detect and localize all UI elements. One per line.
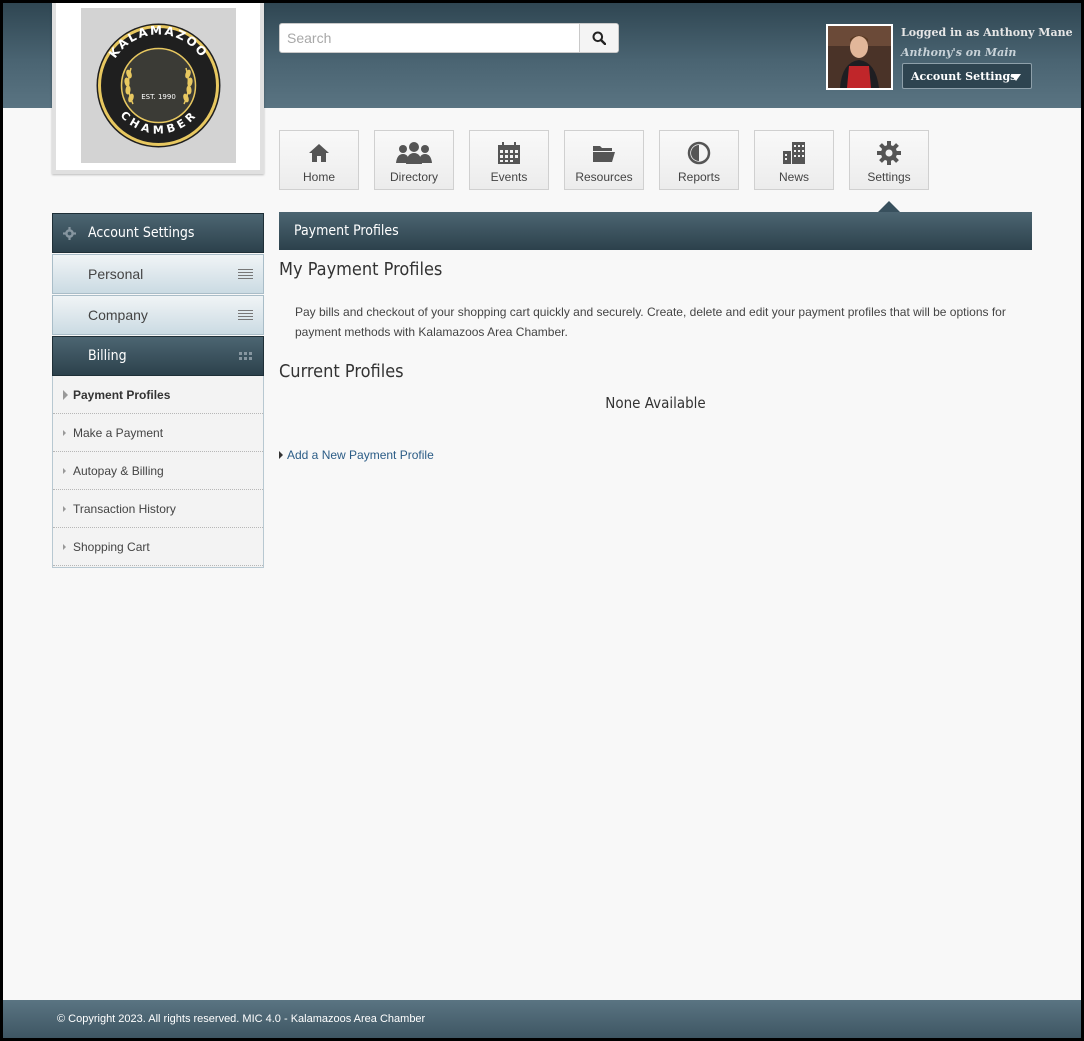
pie-chart-icon: [687, 141, 711, 165]
folder-icon: [593, 146, 615, 162]
nav-directory[interactable]: Directory: [374, 130, 454, 190]
nav-resources[interactable]: Resources: [564, 130, 644, 190]
sidebar-item-label: Billing: [88, 348, 127, 364]
logo[interactable]: KALAMAZOO CHAMBER EST. 1990: [52, 3, 264, 174]
gear-icon: [63, 227, 76, 240]
sidebar-item-personal[interactable]: Personal: [52, 254, 264, 294]
active-nav-pointer: [878, 201, 900, 212]
submenu-make-a-payment[interactable]: Make a Payment: [53, 414, 263, 452]
chevron-right-icon: [63, 430, 66, 436]
nav-news[interactable]: News: [754, 130, 834, 190]
submenu-shopping-cart[interactable]: Shopping Cart: [53, 528, 263, 566]
submenu-label: Make a Payment: [73, 425, 164, 440]
nav-settings-label: Settings: [867, 170, 911, 184]
submenu-label: Autopay & Billing: [73, 463, 164, 478]
nav-reports[interactable]: Reports: [659, 130, 739, 190]
footer: © Copyright 2023. All rights reserved. M…: [3, 1000, 1081, 1038]
logo-established: EST. 1990: [141, 93, 176, 101]
submenu-label: Transaction History: [73, 501, 176, 516]
search-box: [279, 23, 619, 53]
account-settings-label: Account Settings: [911, 69, 1017, 83]
search-input[interactable]: [280, 24, 579, 52]
nav-reports-label: Reports: [677, 170, 721, 184]
nav-events[interactable]: Events: [469, 130, 549, 190]
sidebar-header-account-settings[interactable]: Account Settings: [52, 213, 264, 253]
chevron-right-icon: [63, 506, 66, 512]
nav-news-label: News: [778, 170, 809, 184]
add-link-label: Add a New Payment Profile: [287, 448, 434, 462]
sidebar-item-company[interactable]: Company: [52, 295, 264, 335]
chevron-right-icon: [63, 468, 66, 474]
buildings-icon: [783, 142, 805, 164]
submenu-autopay-billing[interactable]: Autopay & Billing: [53, 452, 263, 490]
add-payment-profile-link[interactable]: Add a New Payment Profile: [279, 448, 434, 462]
empty-state: None Available: [605, 394, 706, 412]
section-title: Current Profiles: [279, 361, 404, 382]
submenu-label: Shopping Cart: [73, 539, 150, 554]
submenu-payment-profiles[interactable]: Payment Profiles: [53, 376, 263, 414]
nav-directory-label: Directory: [389, 170, 438, 184]
sidebar-title: Account Settings: [88, 225, 195, 241]
calendar-icon: [498, 142, 520, 164]
copyright-text: © Copyright 2023. All rights reserved. M…: [57, 1013, 426, 1025]
avatar[interactable]: [826, 24, 893, 90]
search-icon: [592, 31, 606, 45]
app-frame: Logged in as Anthony Mane Anthony's on M…: [3, 3, 1081, 1038]
caret-right-icon: [279, 451, 283, 459]
user-photo-icon: [828, 26, 891, 88]
menu-lines-icon: [238, 269, 253, 279]
sidebar-item-label: Personal: [88, 266, 144, 282]
menu-lines-icon: [238, 310, 253, 320]
logo-background: KALAMAZOO CHAMBER EST. 1990: [81, 8, 236, 163]
panel-title: Payment Profiles: [294, 223, 399, 239]
caret-down-icon: [1011, 74, 1021, 81]
grid-icon: [239, 352, 252, 360]
nav-home-label: Home: [302, 170, 335, 184]
search-button[interactable]: [579, 24, 618, 52]
nav-events-label: Events: [490, 170, 528, 184]
chevron-right-icon: [63, 544, 66, 550]
people-icon: [396, 142, 432, 164]
chevron-right-icon: [63, 390, 68, 400]
home-icon: [309, 144, 329, 162]
gear-icon: [877, 141, 901, 165]
nav-settings[interactable]: Settings: [849, 130, 929, 190]
business-name: Anthony's on Main: [901, 46, 1017, 59]
intro-text: Pay bills and checkout of your shopping …: [295, 305, 1006, 339]
submenu-label: Payment Profiles: [73, 387, 171, 402]
nav-resources-label: Resources: [575, 170, 633, 184]
nav-home[interactable]: Home: [279, 130, 359, 190]
submenu-transaction-history[interactable]: Transaction History: [53, 490, 263, 528]
panel-header: Payment Profiles: [279, 212, 1032, 250]
sidebar-item-label: Company: [88, 307, 148, 323]
sidebar-item-billing[interactable]: Billing: [52, 336, 264, 376]
billing-submenu: Payment Profiles Make a Payment Autopay …: [52, 376, 264, 568]
logged-in-text: Logged in as Anthony Mane: [901, 26, 1073, 39]
account-settings-dropdown[interactable]: Account Settings: [902, 63, 1032, 89]
chamber-seal-icon: KALAMAZOO CHAMBER EST. 1990: [96, 23, 221, 148]
page-title: My Payment Profiles: [279, 259, 443, 280]
